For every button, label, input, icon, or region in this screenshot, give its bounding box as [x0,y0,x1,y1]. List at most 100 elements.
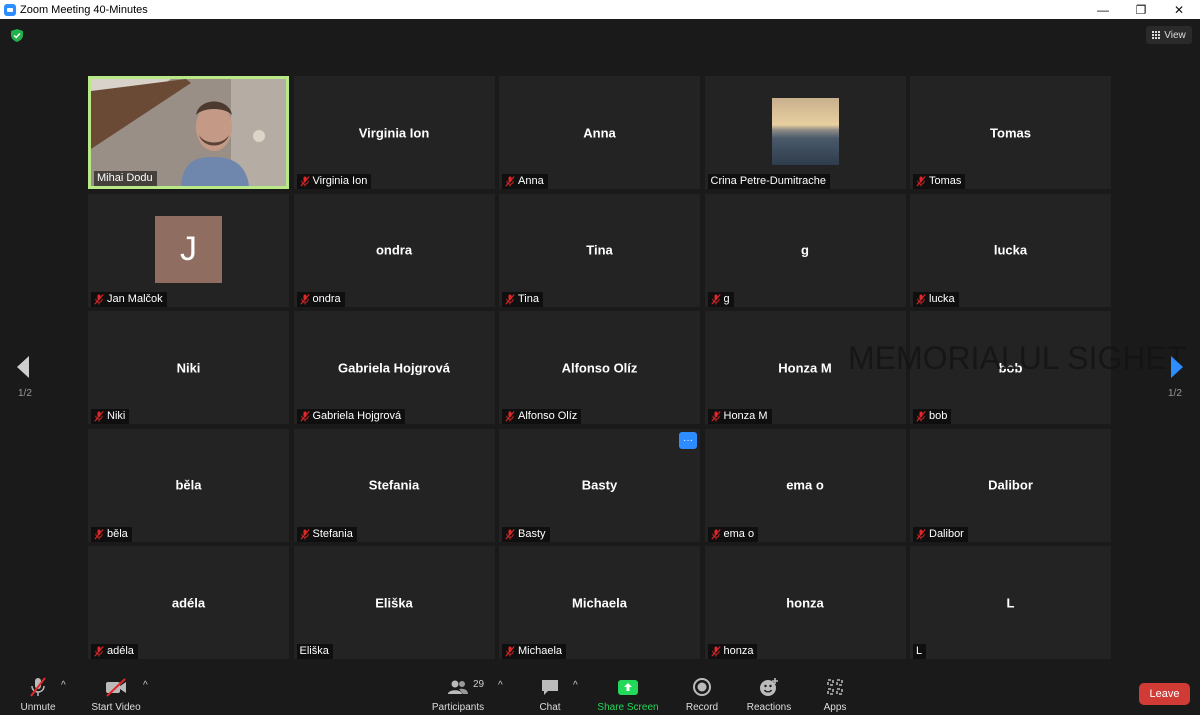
participant-name: ema o [723,527,755,540]
participant-tile[interactable]: Anna Anna [499,76,700,189]
participant-tile[interactable]: lucka lucka [910,193,1111,307]
participant-tile[interactable]: Alfonso Olíz Alfonso Olíz [499,311,700,424]
participant-name-label: Virginia Ion [296,174,372,189]
participant-name-label: Honza M [707,409,772,424]
muted-microphone-icon [27,676,49,698]
participant-tile[interactable]: bob bob [910,311,1111,424]
participant-name: g [723,292,730,305]
participant-tile[interactable]: adéla adéla [88,546,289,659]
chat-button[interactable]: Chat [535,676,565,713]
participant-name: bob [929,410,948,422]
participant-display-name: Virginia Ion [358,125,430,140]
participant-name-label: lucka [913,291,959,307]
participant-name: Anna [518,175,544,187]
participant-tile[interactable]: ema o ema o [704,428,906,542]
grid-view-icon [1152,31,1161,39]
participant-tile[interactable]: Virginia Ion Virginia Ion [293,76,495,189]
muted-microphone-icon [299,411,310,422]
participant-name-label: běla [91,526,132,542]
record-label: Record [685,702,719,713]
participant-avatar: J [155,215,222,283]
participant-name: adéla [107,645,134,657]
participant-tile[interactable]: Tina Tina [499,193,700,307]
participant-display-name: lucka [993,242,1028,258]
participant-tile[interactable]: Stefania Stefania [293,428,495,542]
audio-options-caret-icon[interactable]: ^ [61,680,66,691]
start-video-button[interactable]: Start Video [89,676,143,713]
participant-name: Niki [107,410,126,422]
record-button[interactable]: Record [685,676,719,713]
muted-microphone-icon [505,411,515,422]
participant-tile[interactable]: běla běla [88,428,289,542]
participant-tile[interactable]: Mihai Dodu [88,76,289,189]
minimize-button[interactable]: — [1084,0,1122,19]
unmute-label: Unmute [20,702,56,713]
participant-tile[interactable]: Tomas Tomas [910,76,1111,189]
apps-button[interactable]: Apps [821,676,849,713]
participants-label: Participants [431,702,485,713]
participant-tile[interactable]: J Jan Malčok [88,193,289,307]
muted-microphone-icon [710,293,721,305]
participant-name-label: Michaela [502,644,567,659]
participant-name: Eliška [299,645,329,657]
muted-microphone-icon [299,528,310,540]
participant-name-label: L [913,644,927,659]
participant-display-name: Stefania [368,477,420,493]
reactions-icon [758,676,780,698]
participant-name-label: adéla [91,644,138,659]
window-title: Zoom Meeting 40-Minutes [20,3,148,16]
participant-display-name: bob [998,360,1023,375]
share-screen-button[interactable]: Share Screen [597,676,659,713]
participant-tile[interactable]: Niki Niki [88,311,289,424]
restore-button[interactable]: ❐ [1122,0,1160,19]
participant-name: Virginia Ion [312,175,368,187]
page-indicator-right: 1/2 [1168,388,1182,399]
previous-page-arrow-icon[interactable] [13,352,35,382]
participant-tile[interactable]: gg [704,193,906,307]
participant-name: Tomas [929,175,962,187]
participant-tile[interactable]: ondra ondra [293,193,495,307]
participant-name-label: Jan Malčok [91,291,167,307]
leave-button[interactable]: Leave [1139,683,1190,705]
muted-microphone-icon [94,293,104,305]
participant-tile[interactable]: Eliška Eliška [293,546,495,659]
participant-display-name: adéla [171,595,206,610]
muted-microphone-icon [94,411,104,422]
muted-microphone-icon [94,528,104,540]
reactions-button[interactable]: Reactions [745,676,793,713]
participant-name: Honza M [723,410,768,422]
participant-display-name: ema o [786,477,824,493]
record-icon [691,676,713,698]
share-screen-icon [617,676,639,698]
participant-tile[interactable]: Dalibor Dalibor [910,428,1111,542]
participant-name-label: g [707,291,734,307]
participant-tile[interactable]: LL [910,546,1111,659]
participant-tile[interactable]: Gabriela Hojgrová Gabriela Hojgrová [293,311,495,424]
participants-options-caret-icon[interactable]: ^ [498,680,503,691]
video-options-caret-icon[interactable]: ^ [143,680,148,691]
participant-tile[interactable]: Basty ··· Basty [499,428,700,542]
participants-icon [446,676,470,698]
participant-tile[interactable]: Honza M Honza M [704,311,906,424]
participant-name: Mihai Dodu [97,172,153,184]
participant-display-name: Niki [176,360,201,375]
participant-name-label: Tomas [913,174,966,189]
participant-display-name: Dalibor [988,477,1033,493]
participant-tile[interactable]: Crina Petre-Dumitrache [704,76,906,189]
muted-microphone-icon [505,646,515,657]
participant-name-label: ema o [707,526,759,542]
chat-options-caret-icon[interactable]: ^ [573,680,578,691]
unmute-button[interactable]: Unmute [16,676,60,713]
close-button[interactable]: ✕ [1160,0,1198,19]
participant-name-label: Mihai Dodu [94,171,157,186]
participant-name-label: Eliška [296,644,333,659]
next-page-arrow-icon[interactable] [1166,352,1188,382]
participant-tile[interactable]: honza honza [704,546,906,659]
security-shield-icon[interactable] [11,29,23,42]
more-options-button[interactable]: ··· [679,431,697,449]
participant-tile[interactable]: Michaela Michaela [499,546,700,659]
participants-count: 29 [473,679,485,690]
view-button[interactable]: View [1146,26,1192,44]
participant-name-label: bob [913,409,952,424]
participant-name: Jan Malčok [107,292,163,305]
